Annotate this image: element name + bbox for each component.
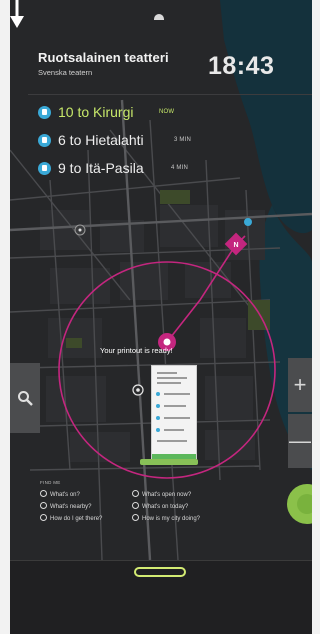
help-item[interactable]: What's open now? bbox=[132, 490, 191, 498]
departure-time: 4 MIN bbox=[171, 165, 189, 171]
directions-icon bbox=[40, 514, 47, 521]
city-map[interactable]: N Ruotsalainen teatteri Svenska teatern … bbox=[10, 0, 312, 560]
tram-stop-marker bbox=[244, 218, 252, 226]
clock-icon bbox=[132, 490, 139, 497]
departure-line: 9 to Itä-Pasila bbox=[58, 160, 144, 176]
zoom-out-button[interactable]: — bbox=[288, 414, 312, 468]
search-button[interactable] bbox=[10, 363, 40, 433]
water-area bbox=[220, 0, 312, 234]
help-item[interactable]: How do I get there? bbox=[40, 514, 102, 522]
stop-name-swedish: Svenska teatern bbox=[38, 68, 93, 77]
help-item[interactable]: What's nearby? bbox=[40, 502, 92, 510]
svg-text:N: N bbox=[233, 242, 238, 249]
bottom-bar bbox=[10, 560, 312, 634]
clock: 18:43 bbox=[208, 52, 275, 80]
tram-icon bbox=[38, 162, 51, 175]
event-icon bbox=[132, 502, 139, 509]
top-notch bbox=[154, 14, 164, 20]
drawer-handle[interactable] bbox=[134, 567, 186, 577]
print-message: Your printout is ready! bbox=[100, 346, 173, 355]
departure-time: NOW bbox=[159, 109, 175, 115]
tram-icon bbox=[38, 134, 51, 147]
departure-line: 6 to Hietalahti bbox=[58, 132, 144, 148]
help-item[interactable]: What's on today? bbox=[132, 502, 188, 510]
departure-line: 10 to Kirurgi bbox=[58, 104, 134, 120]
printer-slot bbox=[140, 459, 198, 465]
printout-preview bbox=[151, 365, 197, 463]
info-icon bbox=[40, 490, 47, 497]
help-menu: FIND ME What's on? What's nearby? How do… bbox=[40, 480, 280, 550]
kiosk-screen: N Ruotsalainen teatteri Svenska teatern … bbox=[10, 0, 312, 634]
search-icon bbox=[18, 391, 33, 406]
divider bbox=[28, 94, 312, 95]
location-icon bbox=[40, 502, 47, 509]
help-title: FIND ME bbox=[40, 480, 61, 485]
stop-header: Ruotsalainen teatteri Svenska teatern 18… bbox=[38, 50, 308, 94]
zoom-in-button[interactable]: + bbox=[288, 358, 312, 412]
help-item[interactable]: How is my city doing? bbox=[132, 514, 200, 522]
tram-icon bbox=[38, 106, 51, 119]
arrow-down-icon bbox=[10, 0, 24, 28]
help-item[interactable]: What's on? bbox=[40, 490, 80, 498]
stop-name: Ruotsalainen teatteri bbox=[38, 50, 169, 65]
departure-time: 3 MIN bbox=[174, 137, 192, 143]
city-icon bbox=[132, 514, 139, 521]
